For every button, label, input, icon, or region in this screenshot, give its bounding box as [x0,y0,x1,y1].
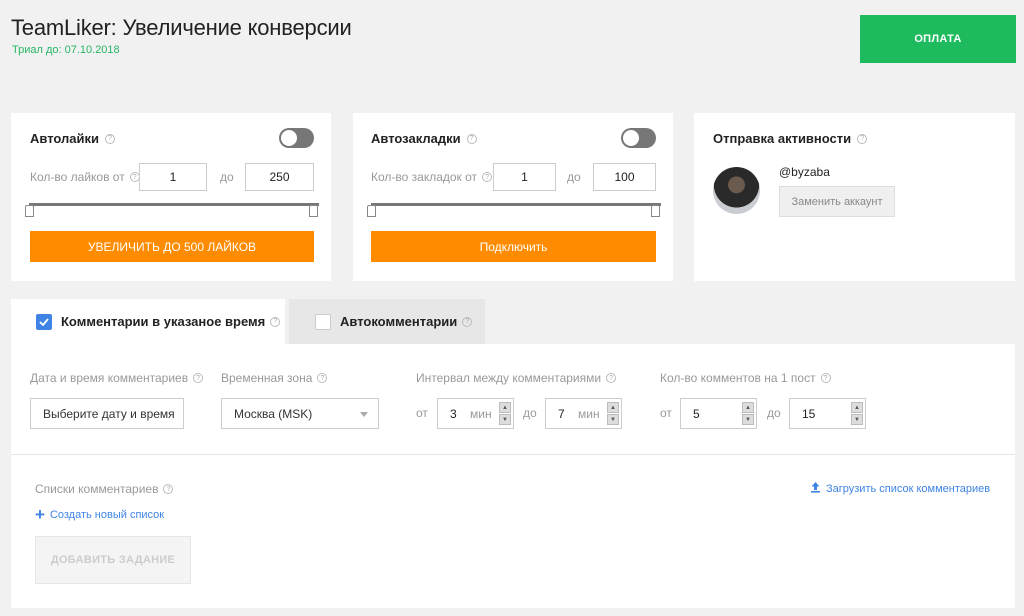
activity-title-text: Отправка активности [713,131,852,146]
bookmarks-slider-min-handle[interactable] [367,205,376,217]
timezone-value: Москва (MSK) [234,406,313,421]
divider [11,454,1015,455]
interval-unit: мин [578,407,600,421]
help-icon[interactable]: ? [466,133,477,144]
count-from-value: 5 [693,407,700,421]
likes-count-label-text: Кол-во лайков от [30,170,125,184]
create-list-link[interactable]: + Создать новый список [35,505,165,524]
autolikes-toggle[interactable] [279,128,314,148]
interval-to-value: 7 [558,407,565,421]
datetime-label-text: Дата и время комментариев [30,371,189,385]
stepper-down-icon[interactable]: ▼ [499,414,511,425]
bookmarks-to-input[interactable]: 100 [593,163,656,191]
tab-label: Комментарии в указаное время [61,314,266,329]
help-icon[interactable]: ? [105,133,115,144]
stepper-up-icon[interactable]: ▲ [499,402,511,413]
help-icon[interactable]: ? [462,316,473,327]
pay-button[interactable]: ОПЛАТА [860,15,1016,63]
autobookmarks-title-text: Автозакладки [371,131,461,146]
count-to-label: до [767,406,781,420]
chevron-down-icon [360,412,368,417]
interval-label-text: Интервал между комментариями [416,371,602,385]
stepper-down-icon[interactable]: ▼ [742,414,754,425]
help-icon[interactable]: ? [857,133,868,144]
activity-card: Отправка активности? @byzaba Заменить ак… [694,113,1015,281]
interval-unit: мин [470,407,492,421]
add-task-button[interactable]: ДОБАВИТЬ ЗАДАНИЕ [35,536,191,584]
timezone-label-text: Временная зона [221,371,313,385]
count-from-stepper[interactable]: 5 ▲ ▼ [680,398,757,429]
comments-count-label-text: Кол-во комментов на 1 пост [660,371,816,385]
interval-to-label: до [523,406,537,420]
autolikes-card: Автолайки? Кол-во лайков от? 1 до 250 УВ… [11,113,331,281]
stepper-down-icon[interactable]: ▼ [851,414,863,425]
timezone-label: Временная зона? [221,371,328,385]
activity-title: Отправка активности? [713,131,868,146]
bookmarks-slider-max-handle[interactable] [651,205,660,217]
connect-bookmarks-button[interactable]: Подключить [371,231,656,262]
likes-to-label: до [220,170,234,184]
replace-account-button[interactable]: Заменить аккаунт [779,186,895,217]
tab-label: Автокомментарии [340,314,458,329]
upload-list-text: Загрузить список комментариев [826,482,991,495]
likes-slider-min-handle[interactable] [25,205,34,217]
timezone-select[interactable]: Москва (MSK) [221,398,379,429]
checkbox-checked-icon[interactable] [36,313,52,330]
count-from-label: от [660,406,672,420]
interval-label: Интервал между комментариями? [416,371,617,385]
help-icon[interactable]: ? [270,316,281,327]
tab-autocomments[interactable]: Автокомментарии ? [289,299,485,344]
help-icon[interactable]: ? [482,172,493,182]
bookmarks-to-label: до [567,170,581,184]
likes-range-slider[interactable] [29,203,319,206]
interval-to-stepper[interactable]: 7 мин ▲ ▼ [545,398,622,429]
avatar [713,167,760,214]
upload-icon [810,481,821,496]
bookmarks-from-input[interactable]: 1 [493,163,556,191]
count-to-stepper[interactable]: 15 ▲ ▼ [789,398,866,429]
comments-count-label: Кол-во комментов на 1 пост? [660,371,831,385]
comment-lists-label-text: Списки комментариев [35,482,159,496]
bookmarks-count-label: Кол-во закладок от? [371,170,493,184]
stepper-up-icon[interactable]: ▲ [742,402,754,413]
create-list-text: Создать новый список [49,509,165,521]
autobookmarks-title: Автозакладки? [371,131,477,146]
likes-count-label: Кол-во лайков от? [30,170,140,184]
plus-icon: + [35,505,45,524]
datetime-label: Дата и время комментариев? [30,371,204,385]
bookmarks-count-label-text: Кол-во закладок от [371,170,478,184]
count-to-value: 15 [802,407,816,421]
help-icon[interactable]: ? [820,373,831,383]
autobookmarks-card: Автозакладки? Кол-во закладок от? 1 до 1… [353,113,673,281]
account-username: @byzaba [779,165,830,179]
help-icon[interactable]: ? [163,484,174,494]
likes-to-input[interactable]: 250 [245,163,314,191]
likes-from-input[interactable]: 1 [139,163,207,191]
checkbox-unchecked-icon[interactable] [315,313,331,330]
help-icon[interactable]: ? [193,373,204,383]
stepper-down-icon[interactable]: ▼ [607,414,619,425]
interval-from-stepper[interactable]: 3 мин ▲ ▼ [437,398,514,429]
autolikes-title: Автолайки? [30,131,115,146]
upgrade-likes-button[interactable]: УВЕЛИЧИТЬ ДО 500 ЛАЙКОВ [30,231,314,262]
stepper-up-icon[interactable]: ▲ [851,402,863,413]
autolikes-title-text: Автолайки [30,131,99,146]
help-icon[interactable]: ? [317,373,328,383]
tab-scheduled-comments[interactable]: Комментарии в указаное время ? [11,299,285,344]
upload-list-link[interactable]: Загрузить список комментариев [810,481,990,496]
autobookmarks-toggle[interactable] [621,128,656,148]
datetime-picker-input[interactable]: Выберите дату и время [30,398,184,429]
interval-from-label: от [416,406,428,420]
bookmarks-range-slider[interactable] [371,203,661,206]
likes-slider-max-handle[interactable] [309,205,318,217]
help-icon[interactable]: ? [606,373,617,383]
comment-lists-label: Списки комментариев? [35,482,174,496]
stepper-up-icon[interactable]: ▲ [607,402,619,413]
page-title: TeamLiker: Увеличение конверсии [11,15,352,40]
interval-from-value: 3 [450,407,457,421]
trial-label: Триал до: 07.10.2018 [12,44,120,56]
